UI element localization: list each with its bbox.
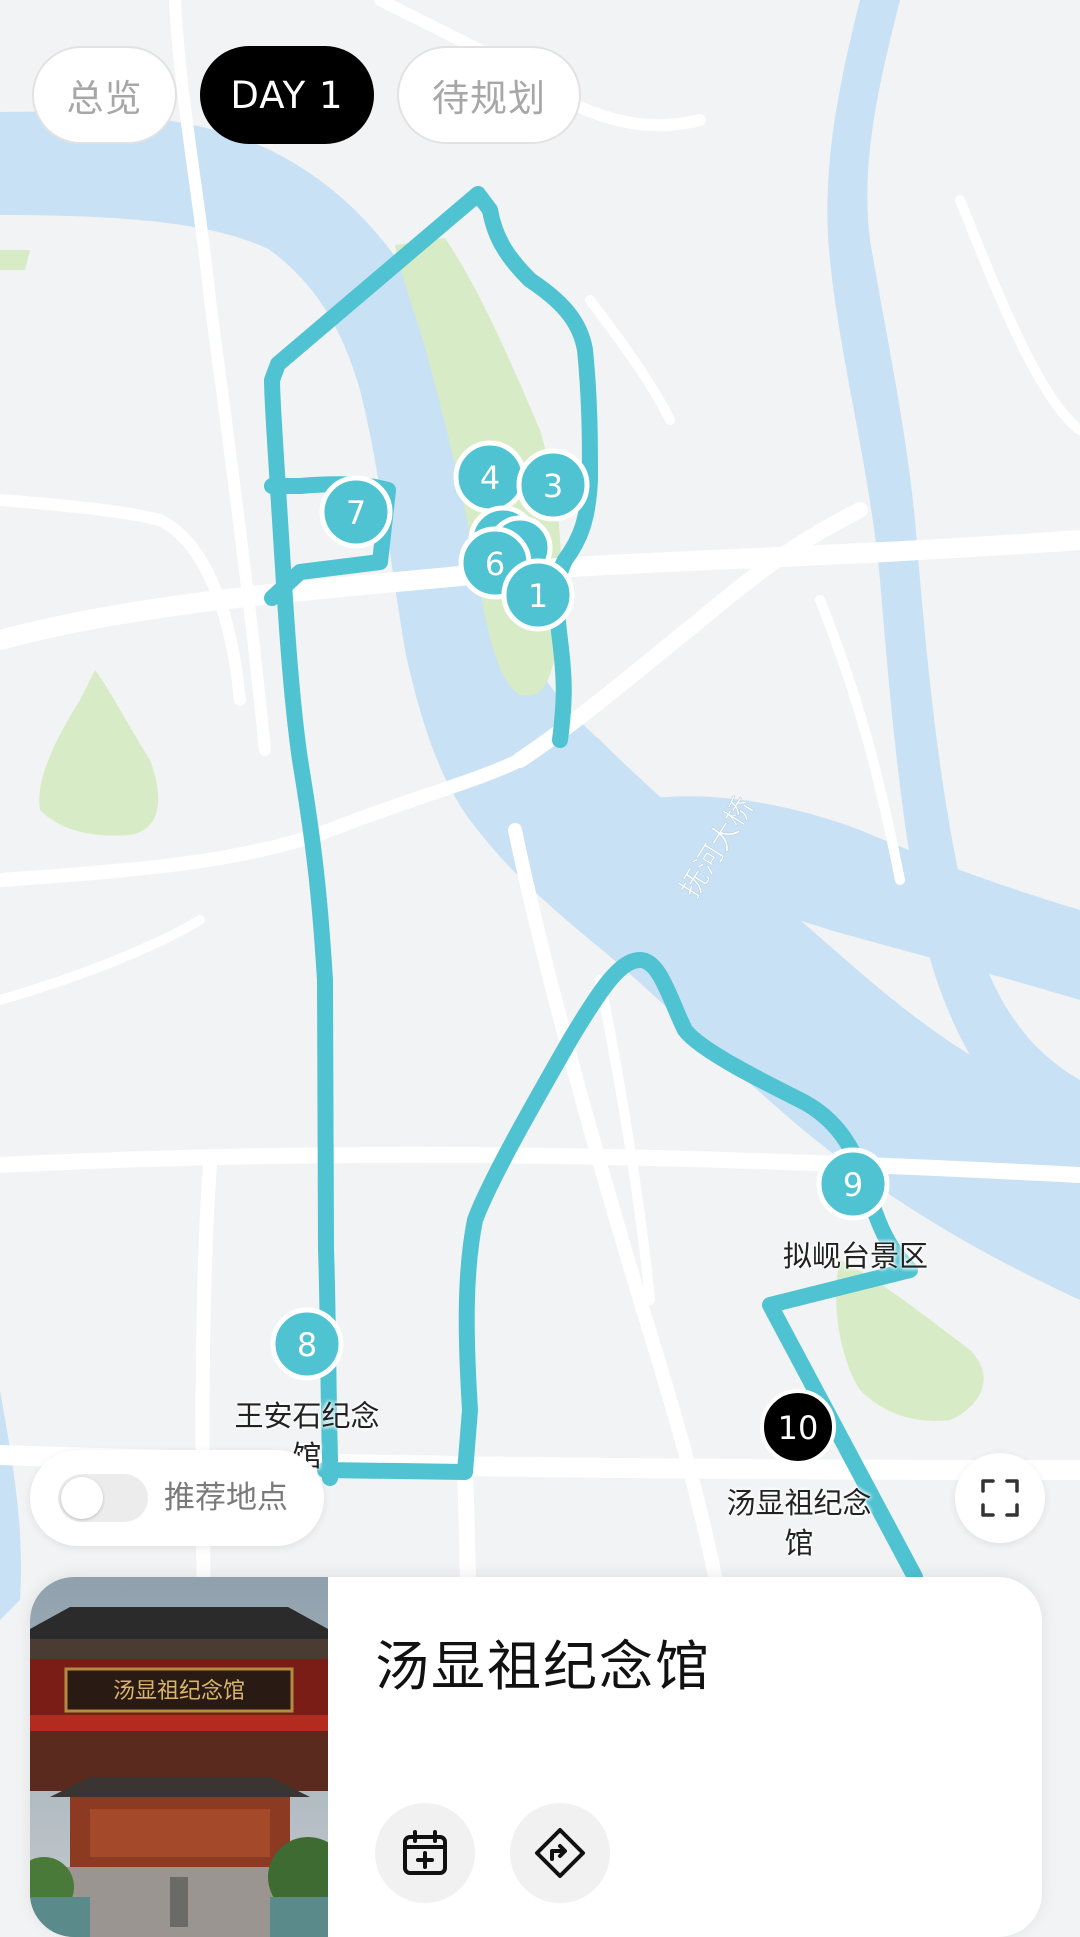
- map-marker-9[interactable]: 9: [816, 1147, 890, 1221]
- navigate-icon: [535, 1828, 585, 1878]
- poi-label-line: 王安石纪念: [234, 1399, 380, 1433]
- svg-text:7: 7: [346, 494, 366, 532]
- calendar-add-icon: [403, 1830, 447, 1875]
- svg-text:10: 10: [778, 1409, 819, 1447]
- recommend-places-label: 推荐地点: [164, 1480, 288, 1516]
- svg-text:6: 6: [485, 545, 505, 583]
- toggle-switch[interactable]: [58, 1474, 148, 1522]
- tab-overview[interactable]: 总览: [32, 46, 177, 144]
- tab-day1[interactable]: DAY 1: [200, 46, 374, 144]
- svg-text:汤显祖纪念馆: 汤显祖纪念馆: [113, 1679, 245, 1704]
- poi-label-tangxianzu: 汤显祖纪念 馆: [714, 1483, 884, 1563]
- navigate-button[interactable]: [510, 1803, 610, 1903]
- svg-text:9: 9: [843, 1166, 863, 1204]
- place-title: 汤显祖纪念馆: [375, 1635, 711, 1698]
- map-marker-3[interactable]: 3: [516, 448, 590, 522]
- svg-text:4: 4: [480, 459, 500, 497]
- poi-label-line: 拟岘台景区: [782, 1239, 928, 1273]
- svg-text:1: 1: [528, 577, 548, 615]
- map-marker-10[interactable]: 10: [760, 1389, 836, 1465]
- map-marker-4[interactable]: 4: [453, 440, 527, 514]
- toggle-knob: [61, 1477, 103, 1519]
- fullscreen-button[interactable]: [955, 1453, 1045, 1543]
- place-card[interactable]: 汤显祖纪念馆 汤显祖纪念馆: [30, 1577, 1042, 1937]
- poi-label-line: 汤显祖纪念: [726, 1486, 872, 1520]
- svg-text:8: 8: [297, 1326, 317, 1364]
- add-to-schedule-button[interactable]: [375, 1803, 475, 1903]
- place-photo: 汤显祖纪念馆: [30, 1577, 328, 1937]
- recommend-places-toggle[interactable]: 推荐地点: [30, 1450, 324, 1546]
- map-marker-7[interactable]: 7: [319, 475, 393, 549]
- map-marker-1[interactable]: 1: [501, 558, 575, 632]
- poi-label-nixiantai: 拟岘台景区: [768, 1236, 943, 1276]
- poi-label-line: 馆: [784, 1526, 814, 1560]
- svg-text:3: 3: [543, 467, 563, 505]
- map-marker-8[interactable]: 8: [270, 1307, 344, 1381]
- fullscreen-icon: [981, 1479, 1019, 1517]
- tab-to-plan[interactable]: 待规划: [397, 46, 581, 144]
